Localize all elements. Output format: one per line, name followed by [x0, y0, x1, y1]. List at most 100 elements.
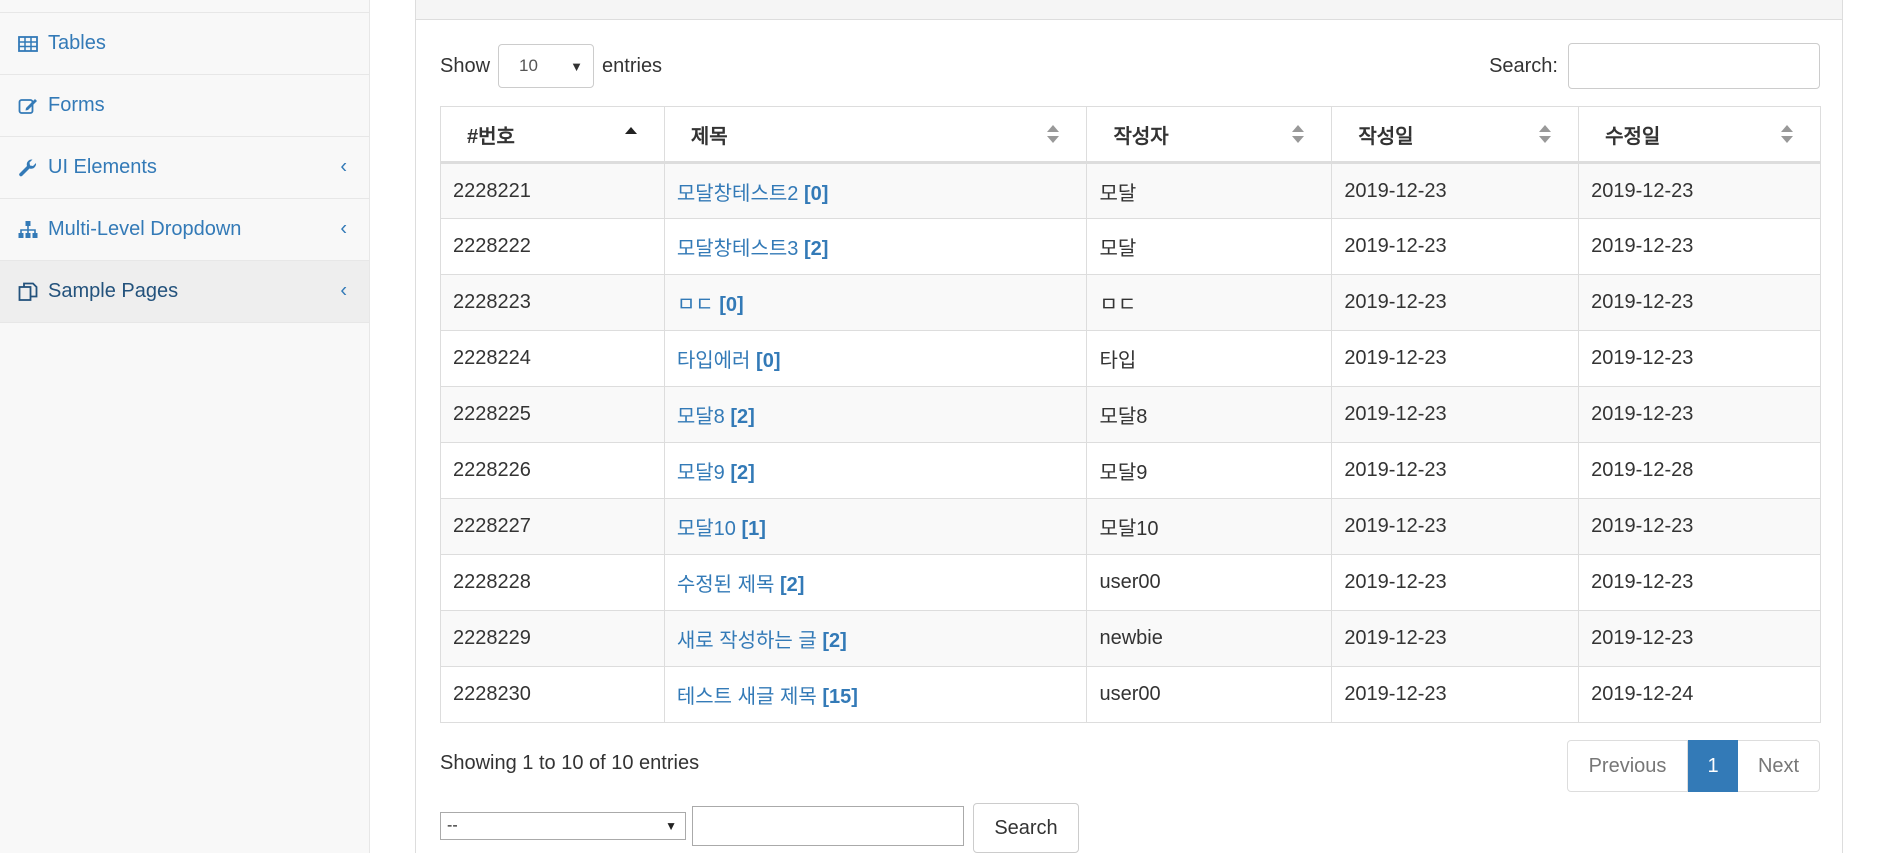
post-title-link[interactable]: 새로 작성하는 글 [2] — [677, 630, 847, 652]
column-header-title[interactable]: 제목 — [663, 106, 1088, 164]
cell-modified-date: 2019-12-28 — [1578, 442, 1821, 499]
table-row: 2228229 새로 작성하는 글 [2] newbie 2019-12-23 2019… — [440, 610, 1821, 667]
next-page-button[interactable]: Next — [1738, 740, 1820, 792]
table-row: 2228225 모달8 [2] 모달8 2019-12-23 2019-12-23 — [440, 386, 1821, 443]
cell-number: 2228223 — [440, 274, 665, 331]
sort-icon — [1292, 125, 1305, 143]
cell-number: 2228227 — [440, 498, 665, 555]
cell-number: 2228226 — [440, 442, 665, 499]
cell-number: 2228222 — [440, 218, 665, 275]
comment-count: [15] — [822, 686, 858, 708]
post-title-text: 새로 작성하는 글 — [676, 630, 817, 652]
search-type-value: -- — [447, 817, 458, 834]
post-title-text: 모달8 — [676, 406, 725, 428]
table-row: 2228222 모달창테스트3 [2] 모달 2019-12-23 2019-12-23 — [440, 218, 1821, 275]
cell-modified-date: 2019-12-24 — [1578, 666, 1821, 723]
dropdown-caret-icon: ▼ — [570, 58, 584, 74]
table-row: 2228224 타입에러 [0] 타입 2019-12-23 2019-12-23 — [440, 330, 1821, 387]
post-title-text: 타입에러 — [676, 350, 751, 372]
table-row: 2228230 테스트 새글 제목 [15] user00 2019-12-23 201… — [440, 666, 1821, 723]
post-title-link[interactable]: 타입에러 [0] — [677, 350, 781, 372]
cell-created-date: 2019-12-23 — [1331, 330, 1580, 387]
table-row: 2228226 모달9 [2] 모달9 2019-12-23 2019-12-28 — [440, 442, 1821, 499]
cell-author: user00 — [1086, 666, 1333, 723]
cell-title: 모달8 [2] — [663, 386, 1088, 443]
chevron-left-icon: ‹ — [340, 216, 347, 239]
table-icon — [18, 33, 44, 55]
post-title-link[interactable]: 테스트 새글 제목 [15] — [677, 686, 858, 708]
post-title-link[interactable]: 모달창테스트2 [0] — [677, 183, 829, 205]
cell-author: 타입 — [1086, 330, 1333, 387]
sidebar-item-sample-pages[interactable]: Sample Pages ‹ — [0, 261, 369, 323]
cell-created-date: 2019-12-23 — [1331, 162, 1580, 219]
column-header-label: 작성자 — [1113, 125, 1169, 148]
comment-count: [0] — [803, 182, 829, 205]
cell-modified-date: 2019-12-23 — [1578, 218, 1821, 275]
cell-created-date: 2019-12-23 — [1331, 610, 1580, 667]
comment-count: [2] — [730, 406, 755, 428]
cell-number: 2228224 — [440, 330, 665, 387]
cell-author: 모달8 — [1086, 386, 1333, 443]
cell-title: ㅁㄷ [0] — [663, 274, 1088, 331]
column-header-label: 작성일 — [1358, 125, 1414, 148]
cell-author: user00 — [1086, 554, 1333, 611]
column-header-modified[interactable]: 수정일 — [1578, 106, 1821, 164]
cell-created-date: 2019-12-23 — [1331, 554, 1580, 611]
sitemap-icon — [18, 219, 44, 241]
entries-length-select[interactable]: 10 ▼ — [498, 44, 595, 88]
chevron-left-icon: ‹ — [340, 278, 347, 301]
column-header-author[interactable]: 작성자 — [1086, 106, 1333, 164]
column-header-number[interactable]: #번호 — [440, 106, 665, 164]
post-title-link[interactable]: 모달10 [1] — [677, 518, 766, 540]
panel-heading — [416, 0, 1842, 20]
cell-modified-date: 2019-12-23 — [1578, 610, 1821, 667]
search-button[interactable]: Search — [973, 803, 1079, 853]
post-title-text: 수정된 제목 — [676, 574, 775, 596]
cell-author: 모달9 — [1086, 442, 1333, 499]
previous-page-button[interactable]: Previous — [1567, 740, 1688, 792]
cell-number: 2228221 — [440, 162, 665, 219]
post-title-text: 모달창테스트3 — [676, 238, 799, 260]
table-search-input[interactable] — [1568, 43, 1820, 89]
sidebar-item-label: Forms — [48, 94, 105, 116]
posts-table: #번호 제목 작성자 작성일 수정일 2228221 모달창테스트2 [0] 모… — [440, 106, 1821, 723]
cell-modified-date: 2019-12-23 — [1578, 554, 1821, 611]
cell-modified-date: 2019-12-23 — [1578, 330, 1821, 387]
sort-icon — [1047, 125, 1060, 143]
sidebar-item-forms[interactable]: Forms — [0, 75, 369, 137]
search-type-select[interactable]: -- ▼ — [440, 812, 686, 840]
post-title-link[interactable]: 모달9 [2] — [677, 462, 755, 484]
table-row: 2228221 모달창테스트2 [0] 모달 2019-12-23 2019-12-23 — [440, 162, 1821, 219]
comment-count: [2] — [779, 574, 805, 596]
sidebar-item-label: Multi-Level Dropdown — [48, 218, 242, 240]
sidebar-item-tables[interactable]: Tables — [0, 13, 369, 75]
pagination: Previous 1 Next — [1567, 740, 1820, 792]
cell-title: 타입에러 [0] — [663, 330, 1088, 387]
cell-number: 2228229 — [440, 610, 665, 667]
sidebar-item-multi-level-dropdown[interactable]: Multi-Level Dropdown ‹ — [0, 199, 369, 261]
table-info: Showing 1 to 10 of 10 entries — [440, 752, 700, 774]
post-title-link[interactable]: 모달창테스트3 [2] — [677, 238, 829, 260]
cell-modified-date: 2019-12-23 — [1578, 386, 1821, 443]
cell-number: 2228228 — [440, 554, 665, 611]
column-header-created[interactable]: 작성일 — [1331, 106, 1580, 164]
entries-label: entries — [602, 54, 663, 77]
post-title-link[interactable]: 모달8 [2] — [677, 406, 755, 428]
cell-title: 모달창테스트2 [0] — [663, 162, 1088, 219]
sidebar-item-label: UI Elements — [48, 156, 157, 178]
sidebar-item-label: Sample Pages — [48, 280, 179, 302]
keyword-input[interactable] — [692, 806, 964, 846]
cell-created-date: 2019-12-23 — [1331, 218, 1580, 275]
cell-modified-date: 2019-12-23 — [1578, 498, 1821, 555]
sort-icon — [1781, 125, 1793, 143]
comment-count: [1] — [741, 518, 766, 540]
post-title-text: 테스트 새글 제목 — [676, 686, 817, 708]
sidebar-item-ui-elements[interactable]: UI Elements ‹ — [0, 137, 369, 199]
comment-count: [2] — [822, 630, 847, 652]
post-title-link[interactable]: ㅁㄷ [0] — [677, 294, 744, 316]
table-row: 2228228 수정된 제목 [2] user00 2019-12-23 2019-12… — [440, 554, 1821, 611]
entries-length-value: 10 — [519, 56, 538, 75]
post-title-link[interactable]: 수정된 제목 [2] — [677, 574, 805, 596]
show-label: Show — [440, 54, 491, 77]
page-1-button[interactable]: 1 — [1688, 740, 1738, 792]
